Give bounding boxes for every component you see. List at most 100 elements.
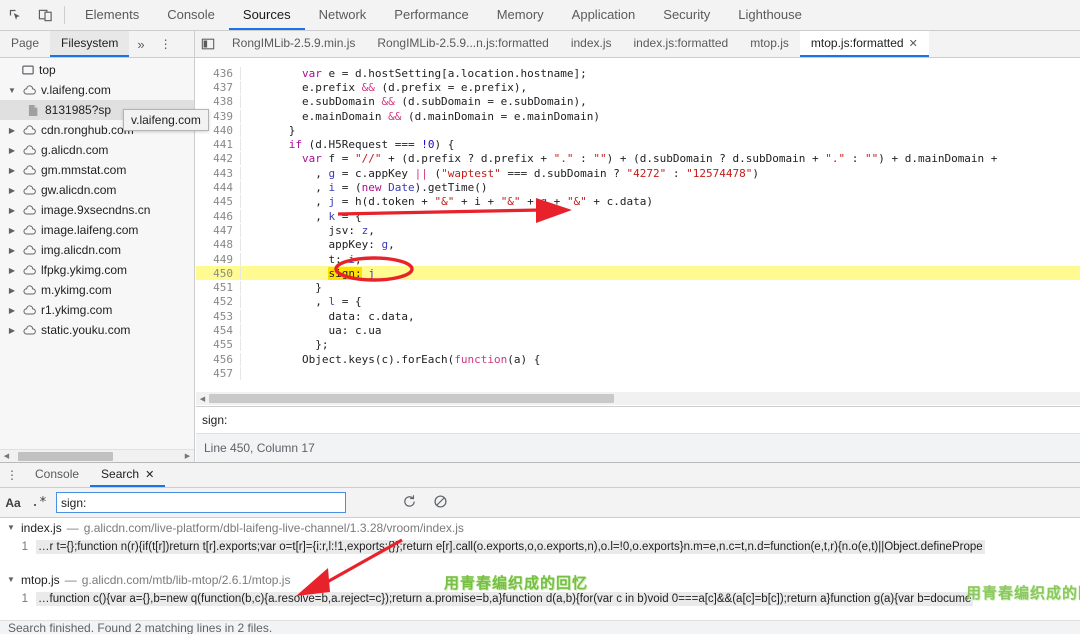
code-line-452[interactable]: 452 , l = { — [196, 295, 1080, 309]
search-result-file-index-js[interactable]: ▼ index.js — g.alicdn.com/live-platform/… — [0, 518, 1080, 537]
tree-item-image-9xsecndns-cn[interactable]: ▶ image.9xsecndns.cn — [0, 200, 194, 220]
tree-item-gm-mmstat-com[interactable]: ▶ gm.mmstat.com — [0, 160, 194, 180]
code-line-441[interactable]: 441 if (d.H5Request === !0) { — [196, 137, 1080, 152]
tooltip-text: v.laifeng.com — [131, 113, 201, 127]
scroll-left-arrow-icon[interactable]: ◀ — [0, 452, 13, 460]
match-snippet: …function c(){var a={},b=new q(function(… — [36, 591, 974, 606]
find-input[interactable] — [196, 407, 1080, 433]
code-line-453[interactable]: 453 data: c.data, — [196, 309, 1080, 323]
twisty-icon[interactable]: ▶ — [6, 246, 18, 255]
twisty-icon[interactable]: ▶ — [6, 286, 18, 295]
clear-icon[interactable] — [433, 494, 448, 512]
code-line-437[interactable]: 437 e.prefix && (d.prefix = e.prefix), — [196, 80, 1080, 94]
tab-memory[interactable]: Memory — [483, 0, 558, 30]
editor-tab-index-js-formatted[interactable]: index.js:formatted — [623, 31, 740, 57]
tab-network[interactable]: Network — [305, 0, 381, 30]
twisty-icon[interactable]: ▼ — [6, 86, 18, 95]
drawer-tab-search[interactable]: Search ✕ — [90, 463, 166, 487]
code-line-456[interactable]: 456 Object.keys(c).forEach(function(a) { — [196, 352, 1080, 366]
twisty-icon[interactable]: ▶ — [6, 166, 18, 175]
code-line-447[interactable]: 447 jsv: z, — [196, 223, 1080, 237]
match-case-button[interactable]: Aa — [0, 492, 26, 514]
tab-sources[interactable]: Sources — [228, 0, 305, 30]
scrollbar-thumb[interactable] — [209, 394, 614, 403]
code-line-451[interactable]: 451 } — [196, 280, 1080, 295]
tree-item-lfpkg-ykimg-com[interactable]: ▶ lfpkg.ykimg.com — [0, 260, 194, 280]
drawer-tab-console[interactable]: Console — [24, 463, 90, 487]
cloud-icon — [22, 204, 37, 216]
code-line-455[interactable]: 455 }; — [196, 338, 1080, 352]
code-line-444[interactable]: 444 , i = (new Date).getTime() — [196, 180, 1080, 195]
code-line-436[interactable]: 436 var e = d.hostSetting[a.location.hos… — [196, 66, 1080, 80]
toggle-navigator-icon[interactable] — [195, 31, 221, 57]
twisty-icon[interactable]: ▶ — [6, 326, 18, 335]
twisty-icon[interactable]: ▼ — [6, 575, 16, 584]
nav-tab-filesystem[interactable]: Filesystem — [50, 31, 130, 57]
close-icon[interactable]: ✕ — [145, 468, 154, 481]
drawer-menu-kebab-icon[interactable]: ⋮ — [0, 463, 24, 487]
refresh-icon[interactable] — [402, 494, 417, 512]
editor-tab-ronglib-formatted[interactable]: RongIMLib-2.5.9...n.js:formatted — [366, 31, 559, 57]
code-line-446[interactable]: 446 , k = { — [196, 209, 1080, 223]
navigator-menu-kebab-icon[interactable]: ⋮ — [153, 31, 179, 57]
search-results-list[interactable]: ▼ index.js — g.alicdn.com/live-platform/… — [0, 518, 1080, 618]
editor-horizontal-scrollbar[interactable]: ◀ — [196, 392, 1080, 405]
code-line-454[interactable]: 454 ua: c.ua — [196, 323, 1080, 337]
tree-item-static-youku-com[interactable]: ▶ static.youku.com — [0, 320, 194, 340]
tab-security[interactable]: Security — [649, 0, 724, 30]
code-text: appKey: g, — [249, 238, 395, 252]
tree-item-m-ykimg-com[interactable]: ▶ m.ykimg.com — [0, 280, 194, 300]
code-line-439[interactable]: 439 e.mainDomain && (d.mainDomain = e.ma… — [196, 109, 1080, 123]
code-line-448[interactable]: 448 appKey: g, — [196, 238, 1080, 252]
twisty-icon[interactable]: ▶ — [6, 226, 18, 235]
device-toolbar-icon[interactable] — [30, 0, 60, 30]
tree-item-img-alicdn-com[interactable]: ▶ img.alicdn.com — [0, 240, 194, 260]
tree-item-g-alicdn-com[interactable]: ▶ g.alicdn.com — [0, 140, 194, 160]
twisty-icon[interactable]: ▶ — [6, 146, 18, 155]
twisty-icon[interactable]: ▶ — [6, 206, 18, 215]
tree-item-gw-alicdn-com[interactable]: ▶ gw.alicdn.com — [0, 180, 194, 200]
twisty-icon[interactable]: ▼ — [6, 523, 16, 532]
code-line-440[interactable]: 440 } — [196, 123, 1080, 137]
code-line-445[interactable]: 445 , j = h(d.token + "&" + i + "&" + g … — [196, 195, 1080, 209]
code-line-450[interactable]: 450 sign: j — [196, 266, 1080, 281]
nav-more-tabs-icon[interactable]: » — [129, 31, 152, 57]
twisty-icon[interactable]: ▶ — [6, 126, 18, 135]
tab-console[interactable]: Console — [153, 0, 229, 30]
twisty-icon[interactable]: ▶ — [6, 266, 18, 275]
code-line-438[interactable]: 438 e.subDomain && (d.subDomain = e.subD… — [196, 95, 1080, 109]
nav-tab-page[interactable]: Page — [0, 31, 50, 57]
close-icon[interactable]: ✕ — [909, 37, 918, 50]
search-toolbar: Aa .* — [0, 488, 1080, 518]
tree-item-r1-ykimg-com[interactable]: ▶ r1.ykimg.com — [0, 300, 194, 320]
twisty-icon[interactable]: ▶ — [6, 306, 18, 315]
sidebar-horizontal-scrollbar[interactable]: ◀ ▶ — [0, 449, 194, 462]
line-number: 447 — [196, 223, 241, 237]
editor-find-bar[interactable] — [196, 406, 1080, 433]
search-input[interactable] — [56, 492, 346, 513]
editor-tab-mtop-js[interactable]: mtop.js — [739, 31, 800, 57]
tab-application[interactable]: Application — [558, 0, 650, 30]
tab-performance[interactable]: Performance — [380, 0, 482, 30]
use-regex-button[interactable]: .* — [26, 492, 52, 514]
tree-item-v-laifeng-com[interactable]: ▼ v.laifeng.com — [0, 80, 194, 100]
tree-item-image-laifeng-com[interactable]: ▶ image.laifeng.com — [0, 220, 194, 240]
scroll-right-arrow-icon[interactable]: ▶ — [181, 452, 194, 460]
results-spacer — [0, 556, 1080, 570]
inspect-element-icon[interactable] — [0, 0, 30, 30]
scroll-left-arrow-icon[interactable]: ◀ — [196, 395, 209, 403]
scrollbar-thumb[interactable] — [18, 451, 113, 461]
editor-tab-ronglib-min[interactable]: RongIMLib-2.5.9.min.js — [221, 31, 366, 57]
editor-tab-mtop-js-formatted[interactable]: mtop.js:formatted ✕ — [799, 31, 929, 57]
twisty-icon[interactable]: ▶ — [6, 186, 18, 195]
tab-lighthouse[interactable]: Lighthouse — [724, 0, 816, 30]
code-line-443[interactable]: 443 , g = c.appKey || ("waptest" === d.s… — [196, 166, 1080, 180]
code-line-442[interactable]: 442 var f = "//" + (d.prefix ? d.prefix … — [196, 152, 1080, 166]
code-line-457[interactable]: 457 — [196, 366, 1080, 380]
code-line-449[interactable]: 449 t: i, — [196, 252, 1080, 266]
code-editor[interactable]: 436 var e = d.hostSetting[a.location.hos… — [196, 58, 1080, 406]
tab-elements[interactable]: Elements — [71, 0, 153, 30]
search-result-match[interactable]: 1 …r t={};function n(r){if(t[r])return t… — [0, 537, 1080, 556]
editor-tab-index-js[interactable]: index.js — [560, 31, 623, 57]
tree-item-top[interactable]: top — [0, 60, 194, 80]
